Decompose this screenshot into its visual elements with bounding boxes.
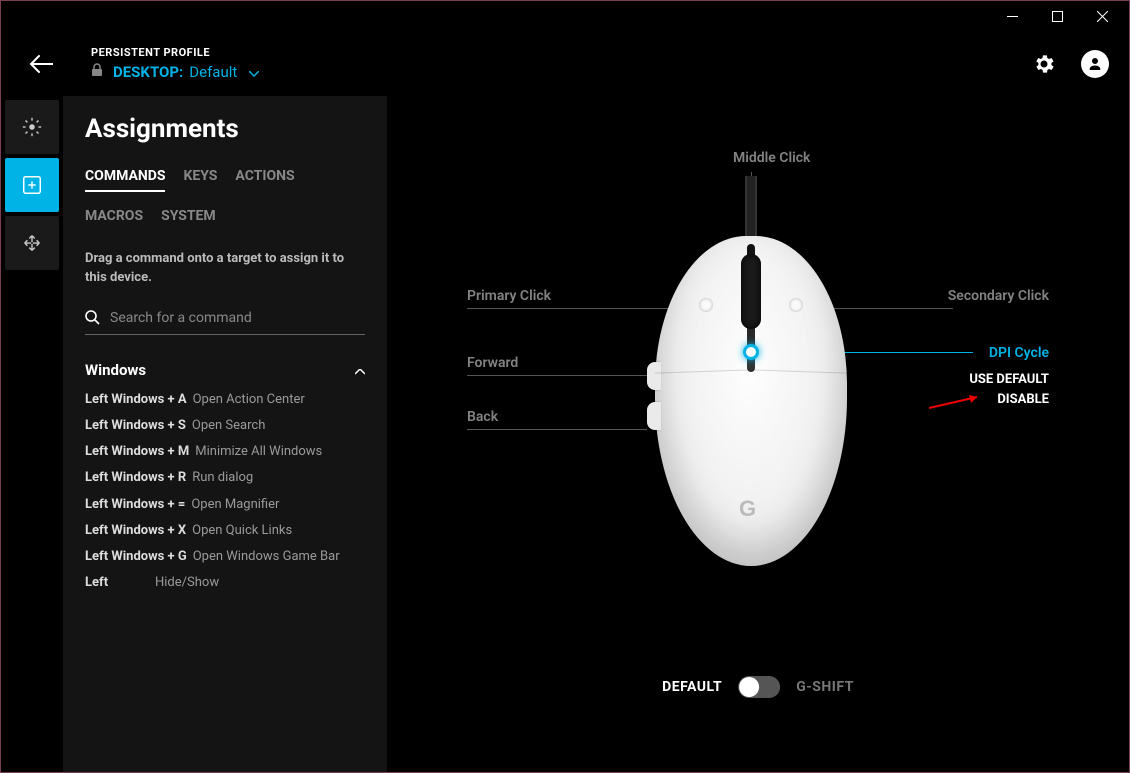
menu-disable[interactable]: DISABLE — [997, 392, 1049, 407]
mouse-graphic: G — [655, 236, 847, 566]
mouse-wheel — [741, 254, 761, 329]
search-row — [85, 304, 365, 335]
command-list: Left Windows + AOpen Action Center Left … — [85, 387, 365, 597]
arrow-left-icon — [29, 55, 53, 73]
lock-icon — [91, 63, 103, 81]
chevron-down-icon — [249, 63, 259, 81]
profile-selector[interactable]: DESKTOP: Default — [91, 63, 259, 81]
group-name: Windows — [85, 361, 146, 379]
gear-icon — [1032, 52, 1056, 76]
leader-line — [467, 429, 647, 430]
dpi-button — [743, 344, 759, 360]
toggle-label-gshift: G-SHIFT — [796, 679, 854, 695]
panel-title: Assignments — [85, 114, 365, 144]
search-icon — [85, 310, 100, 325]
leader-line — [467, 375, 647, 376]
maximize-icon — [1052, 11, 1063, 22]
back-button[interactable] — [21, 55, 61, 73]
command-item[interactable]: Left Windows + MMinimize All Windows — [85, 439, 353, 465]
side-button-back — [647, 402, 661, 430]
rail-assignments[interactable] — [5, 158, 59, 212]
search-input[interactable] — [110, 310, 365, 326]
command-item[interactable]: Left Windows + =Open Magnifier — [85, 492, 353, 518]
command-item[interactable]: LeftHide/Show — [85, 570, 353, 596]
profile-prefix: DESKTOP: — [113, 63, 183, 81]
annotation-arrow-icon — [927, 392, 987, 412]
logitech-g-logo-icon: G — [739, 496, 756, 522]
device-stage: Middle Click Primary Click Secondary Cli… — [387, 96, 1129, 772]
settings-button[interactable] — [1029, 49, 1059, 79]
close-button[interactable] — [1080, 2, 1125, 30]
tab-keys[interactable]: KEYS — [183, 168, 217, 192]
group-header[interactable]: Windows — [85, 357, 365, 387]
account-button[interactable] — [1081, 50, 1109, 78]
tab-actions[interactable]: ACTIONS — [235, 168, 294, 192]
side-button-forward — [647, 362, 661, 390]
command-item[interactable]: Left Windows + AOpen Action Center — [85, 387, 353, 413]
profile-block: PERSISTENT PROFILE DESKTOP: Default — [91, 46, 259, 81]
rail-sensitivity[interactable] — [5, 216, 59, 270]
command-item[interactable]: Left Windows + RRun dialog — [85, 465, 353, 491]
topbar: PERSISTENT PROFILE DESKTOP: Default — [1, 31, 1129, 96]
label-back[interactable]: Back — [467, 409, 498, 425]
nav-rail — [1, 96, 63, 772]
mode-toggle[interactable] — [738, 676, 780, 698]
titlebar — [1, 1, 1129, 31]
move-icon — [21, 232, 43, 254]
minimize-button[interactable] — [990, 2, 1035, 30]
app-window: PERSISTENT PROFILE DESKTOP: Default — [0, 0, 1130, 773]
label-forward[interactable]: Forward — [467, 355, 518, 371]
tab-system[interactable]: SYSTEM — [161, 208, 216, 230]
label-primary-click[interactable]: Primary Click — [467, 288, 551, 304]
tab-macros[interactable]: MACROS — [85, 208, 143, 230]
menu-use-default[interactable]: USE DEFAULT — [969, 372, 1049, 387]
rail-lighting[interactable] — [5, 100, 59, 154]
tabs: COMMANDS KEYS ACTIONS MACROS SYSTEM — [85, 168, 365, 230]
minimize-icon — [1007, 11, 1018, 22]
label-dpi-cycle[interactable]: DPI Cycle — [989, 345, 1049, 361]
plus-box-icon — [21, 174, 43, 196]
command-item[interactable]: Left Windows + SOpen Search — [85, 413, 353, 439]
command-item[interactable]: Left Windows + GOpen Windows Game Bar — [85, 544, 353, 570]
brightness-icon — [21, 116, 43, 138]
hint-text: Drag a command onto a target to assign i… — [85, 250, 365, 288]
close-icon — [1097, 11, 1108, 22]
label-secondary-click[interactable]: Secondary Click — [948, 288, 1049, 304]
mode-toggle-row: DEFAULT G-SHIFT — [662, 676, 854, 698]
profile-label: PERSISTENT PROFILE — [91, 46, 259, 59]
assignments-panel: Assignments COMMANDS KEYS ACTIONS MACROS… — [63, 96, 387, 772]
user-icon — [1086, 55, 1104, 73]
label-middle-click[interactable]: Middle Click — [733, 150, 810, 166]
leader-line — [467, 308, 679, 309]
chevron-up-icon — [355, 361, 365, 379]
tab-commands[interactable]: COMMANDS — [85, 168, 165, 192]
command-item[interactable]: Left Windows + XOpen Quick Links — [85, 518, 353, 544]
profile-name: Default — [189, 63, 237, 81]
toggle-label-default: DEFAULT — [662, 679, 722, 695]
maximize-button[interactable] — [1035, 2, 1080, 30]
